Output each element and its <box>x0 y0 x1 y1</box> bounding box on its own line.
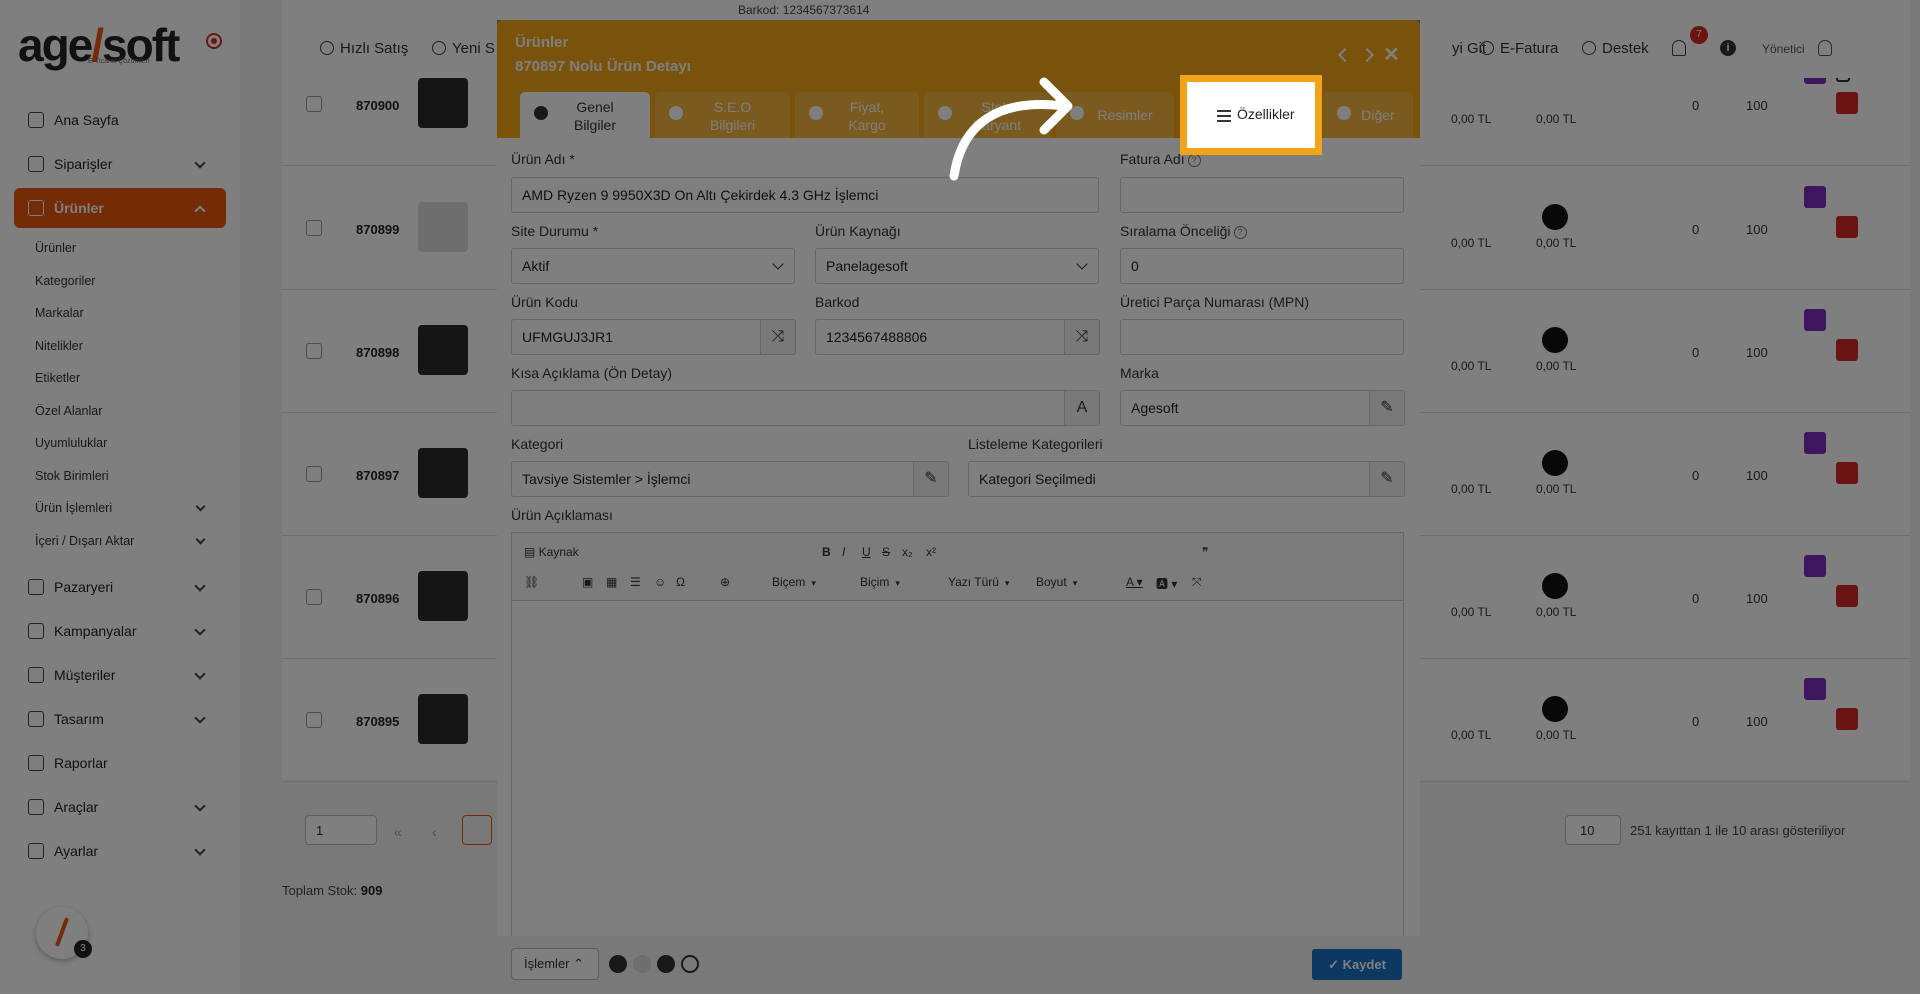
bold-button[interactable]: B <box>822 545 831 559</box>
source-label: Kaynak <box>538 545 579 559</box>
tab-price-shipping[interactable]: Fiyat, Kargo <box>795 92 919 138</box>
format-select[interactable]: Biçim <box>860 575 900 589</box>
bg-color-button[interactable]: 🅰 ▾ <box>1156 575 1177 592</box>
tab-seo[interactable]: S.E.O Bilgileri <box>655 92 790 138</box>
priority-input[interactable]: 0 <box>1120 248 1404 284</box>
next-product-icon[interactable] <box>1359 47 1375 63</box>
short-desc-input[interactable] <box>511 390 1065 426</box>
shuffle-icon[interactable]: ⤨ <box>760 319 796 355</box>
search-icon <box>669 106 683 120</box>
superscript-button[interactable]: x² <box>926 545 936 559</box>
table-icon[interactable]: ▦ <box>606 575 617 589</box>
code-label: Ürün Kodu <box>511 294 578 310</box>
tab-other[interactable]: Diğer <box>1323 92 1413 138</box>
save-label: Kaydet <box>1342 957 1386 972</box>
prev-product-icon[interactable] <box>1337 47 1353 63</box>
modal-title: Ürünler <box>515 34 569 51</box>
strike-button[interactable]: S <box>882 545 890 559</box>
page: Barkod: 1234567373614 870900 0,00 TL 0,0… <box>0 0 1920 994</box>
omega-icon[interactable]: Ω <box>676 575 685 589</box>
tab-features-label: Özellikler <box>1237 106 1295 122</box>
short-desc-label: Kısa Açıklama (Ön Detay) <box>511 365 673 381</box>
save-button[interactable]: ✓ Kaydet <box>1312 949 1402 980</box>
subscript-button[interactable]: x₂ <box>902 545 913 559</box>
image-icon[interactable]: ▣ <box>582 575 593 589</box>
category-label: Kategori <box>511 436 564 452</box>
style-select[interactable]: Biçem <box>772 575 816 589</box>
operations-label: İşlemler <box>524 956 570 971</box>
source-select[interactable]: Panelagesoft <box>815 248 1099 284</box>
gears-icon <box>1337 106 1351 120</box>
mpn-label: Üretici Parça Numarası (MPN) <box>1120 294 1310 310</box>
underline-button[interactable]: U <box>862 545 871 559</box>
globe-icon[interactable]: ⊕ <box>720 575 730 589</box>
modal-footer: İşlemler ⌃ ✓ Kaydet <box>497 936 1420 994</box>
quote-button[interactable]: ❞ <box>1202 545 1208 559</box>
source-label: Ürün Kaynağı <box>815 223 901 239</box>
close-icon[interactable]: ✕ <box>1383 42 1400 67</box>
italic-button[interactable]: I <box>842 545 845 559</box>
link-icon[interactable]: ⛓ <box>524 575 539 589</box>
guide-arrow-icon <box>949 77 1073 181</box>
list-icon <box>1217 110 1231 122</box>
help-icon[interactable]: ? <box>1187 154 1201 167</box>
tab-general[interactable]: Genel Bilgiler <box>520 92 650 138</box>
tag-icon <box>809 106 823 120</box>
invoice-name-input[interactable] <box>1120 177 1404 213</box>
barcode-input[interactable]: 1234567488806 <box>815 319 1065 355</box>
priority-label-text: Sıralama Önceliği <box>1120 223 1231 239</box>
size-select[interactable]: Boyut <box>1036 575 1077 589</box>
edit-icon[interactable]: ✎ <box>913 461 949 497</box>
brand-input[interactable]: Agesoft <box>1120 390 1370 426</box>
maximize-icon[interactable]: ⤧ <box>1192 575 1202 590</box>
product-code-input[interactable]: UFMGUJ3JR1 <box>511 319 761 355</box>
description-label: Ürün Açıklaması <box>511 507 613 523</box>
highlight-frame: Özellikler <box>1180 75 1322 155</box>
description-editor[interactable]: ▤ Kaynak B I U S x₂ x² ❞ ⛓ ▣ ▦ ☰ ☺ Ω ⊕ B… <box>511 532 1404 940</box>
text-color-button[interactable]: A ▾ <box>1126 575 1143 589</box>
marketplace-icon[interactable] <box>633 955 651 973</box>
category-input[interactable]: Tavsiye Sistemler > İşlemci <box>511 461 914 497</box>
help-icon[interactable]: ? <box>1233 226 1247 239</box>
shuffle-icon[interactable]: ⤨ <box>1064 319 1100 355</box>
expand-icon[interactable] <box>681 955 699 973</box>
list-categories-input[interactable]: Kategori Seçilmedi <box>968 461 1370 497</box>
mpn-input[interactable] <box>1120 319 1404 355</box>
brand-label: Marka <box>1120 365 1159 381</box>
priority-label: Sıralama Önceliği? <box>1120 223 1247 239</box>
smiley-icon[interactable]: ☺ <box>654 575 666 589</box>
tab-features[interactable]: Özellikler <box>1195 87 1307 141</box>
hr-icon[interactable]: ☰ <box>630 575 641 589</box>
edit-icon[interactable]: ✎ <box>1369 390 1405 426</box>
modal-subtitle: 870897 Nolu Ürün Detayı <box>515 58 691 75</box>
barcode-label: Barkod <box>815 294 860 310</box>
editor-toolbar: ▤ Kaynak B I U S x₂ x² ❞ ⛓ ▣ ▦ ☰ ☺ Ω ⊕ B… <box>512 533 1403 601</box>
site-status-label: Site Durumu * <box>511 223 599 239</box>
list-categories-label: Listeleme Kategorileri <box>968 436 1103 452</box>
edit-icon[interactable]: ✎ <box>1369 461 1405 497</box>
product-name-label: Ürün Adı * <box>511 151 575 167</box>
font-select[interactable]: Yazı Türü <box>948 575 1009 589</box>
site-status-select[interactable]: Aktif <box>511 248 795 284</box>
marketplace-icon[interactable] <box>657 955 675 973</box>
source-button[interactable]: ▤ Kaynak <box>524 545 579 559</box>
marketplace-icon[interactable] <box>609 955 627 973</box>
info-icon <box>534 106 548 120</box>
operations-button[interactable]: İşlemler ⌃ <box>511 948 599 980</box>
ai-text-icon[interactable]: A <box>1064 390 1100 426</box>
invoice-name-label-text: Fatura Adı <box>1120 151 1185 167</box>
